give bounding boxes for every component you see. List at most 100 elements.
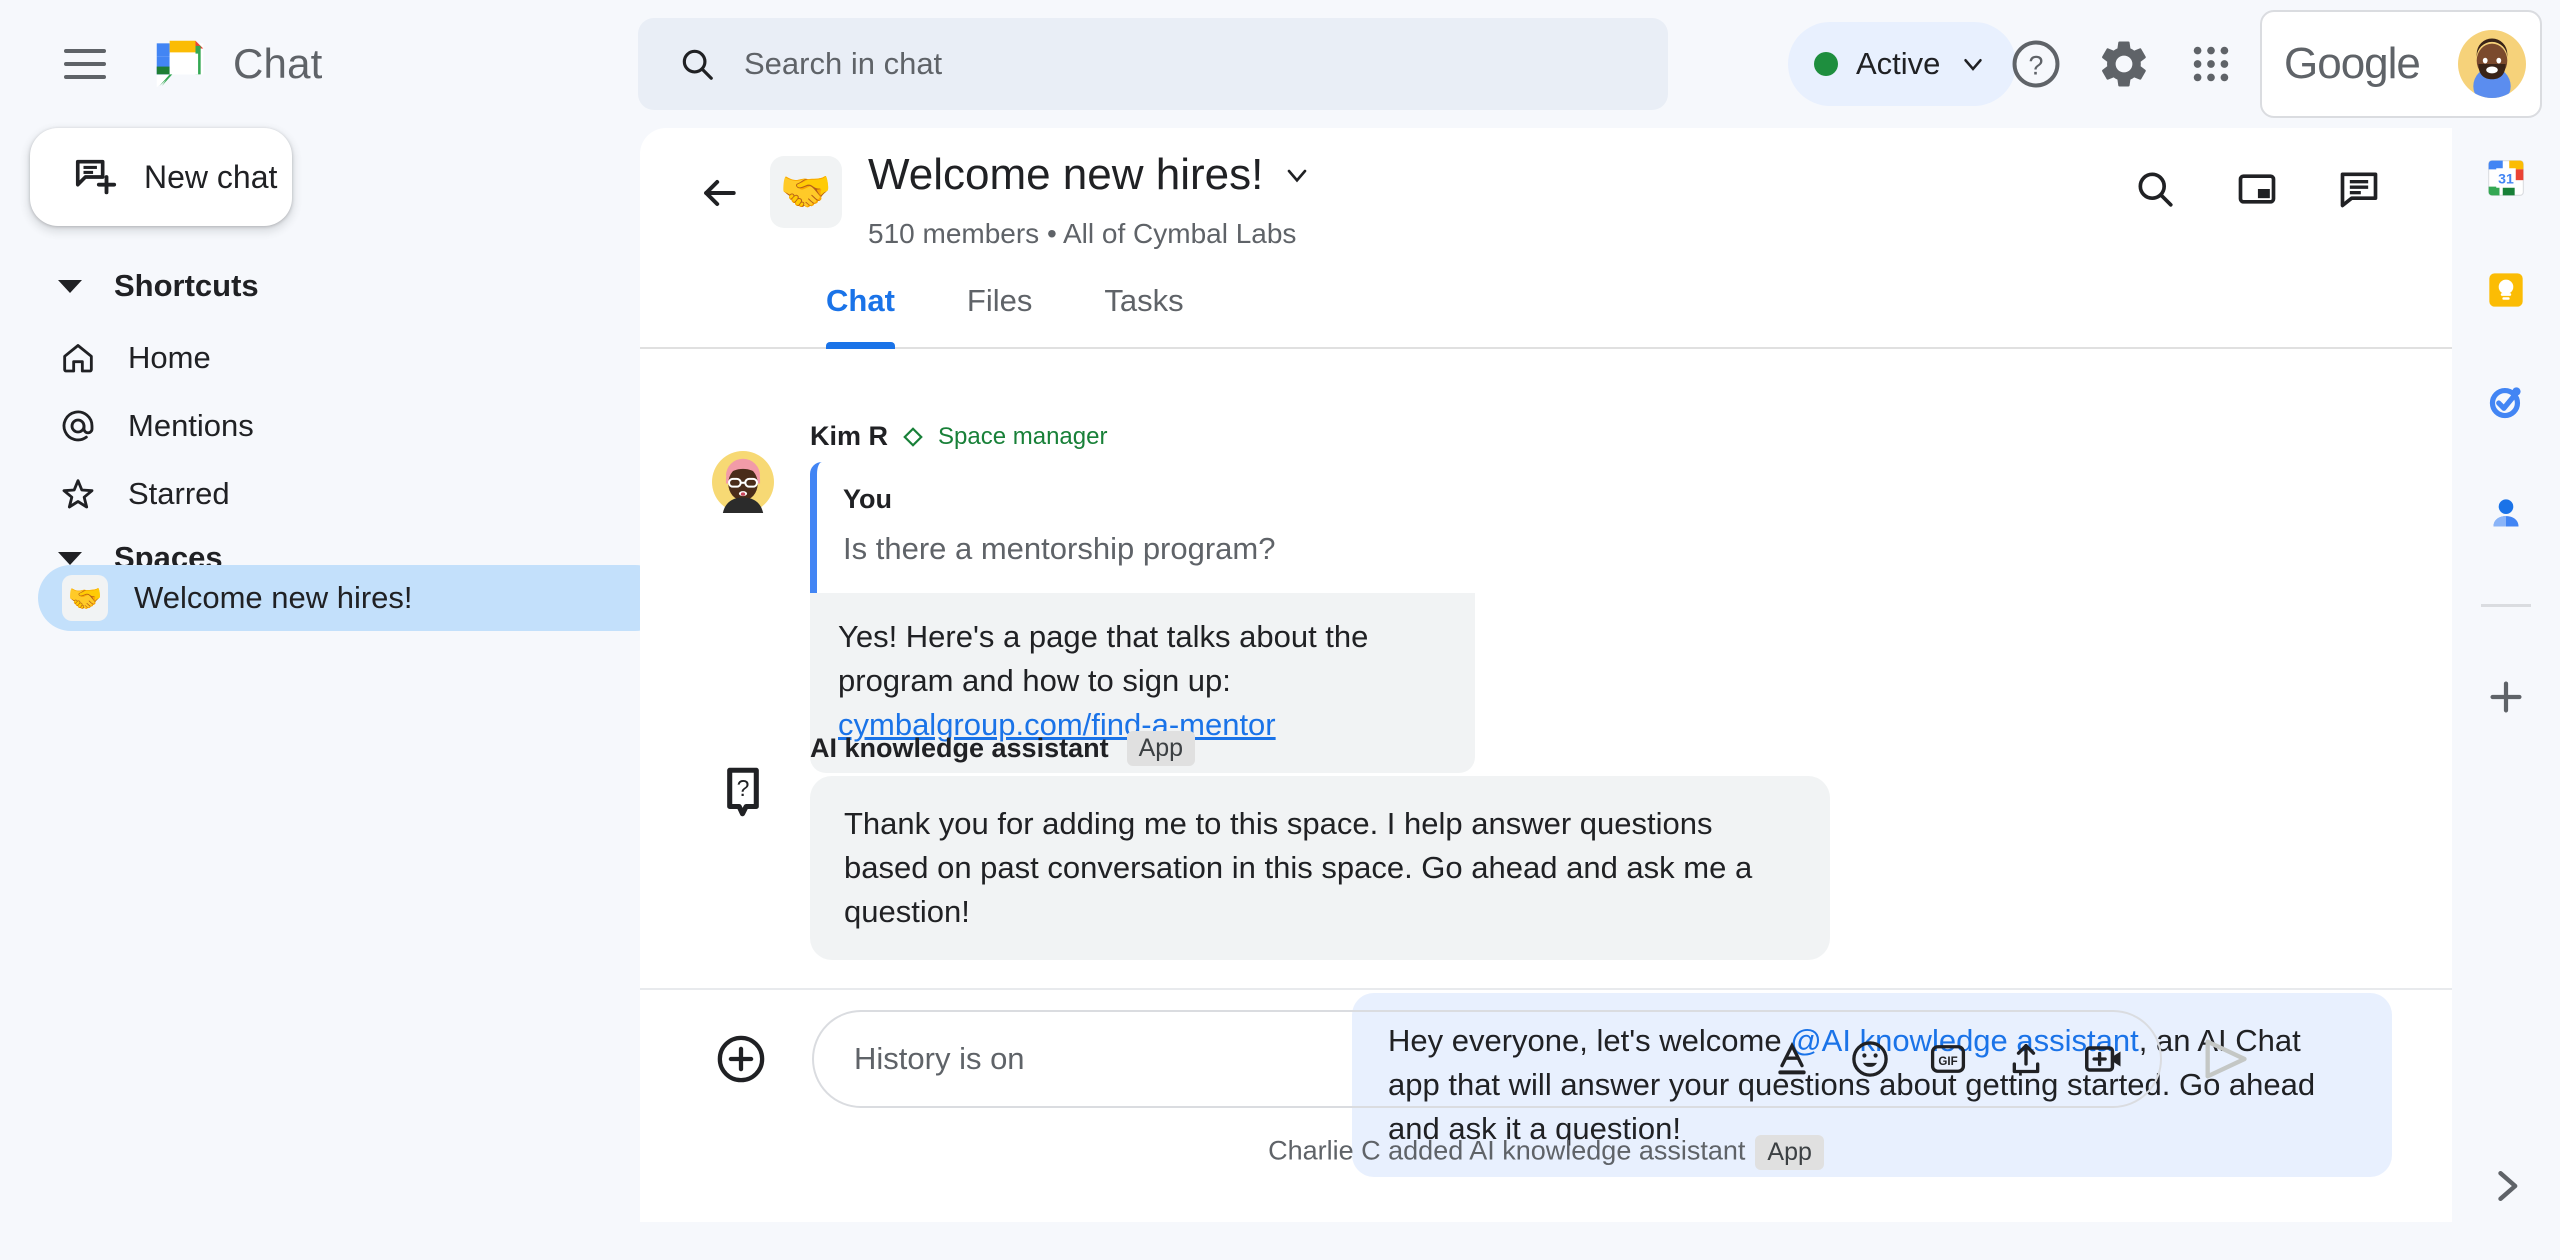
- status-badge: Space manager: [938, 422, 1108, 450]
- message-text: Thank you for adding me to this space. I…: [844, 806, 1753, 930]
- status-dot: [1814, 52, 1838, 76]
- sidebar-item-label: Home: [128, 340, 211, 375]
- svg-text:?: ?: [737, 775, 750, 801]
- star-icon: [62, 479, 94, 509]
- search-placeholder: Search in chat: [744, 46, 943, 81]
- top-bar: Chat Search in chat Active ? Google: [0, 0, 2560, 128]
- new-chat-label: New chat: [144, 158, 278, 195]
- message-list: Kim R Space manager You Is there a mento…: [640, 353, 2452, 1178]
- add-circle-icon[interactable]: [712, 1030, 770, 1088]
- account-switcher[interactable]: Google: [2260, 10, 2542, 118]
- main-panel: 🤝 Welcome new hires! 510 members • All o…: [640, 128, 2452, 1222]
- svg-text:GIF: GIF: [1938, 1056, 1957, 1068]
- picture-in-picture-icon[interactable]: [2226, 158, 2288, 220]
- brand: Chat: [149, 33, 323, 95]
- tab-tasks[interactable]: Tasks: [1068, 283, 1219, 347]
- calendar-day-number: 31: [2498, 170, 2514, 186]
- sender-name: Kim R: [810, 421, 889, 451]
- brand-name: Chat: [233, 40, 323, 87]
- search-icon: [682, 49, 713, 80]
- new-chat-button[interactable]: New chat: [30, 128, 292, 226]
- hamburger-menu-icon[interactable]: [45, 24, 125, 104]
- back-arrow-icon[interactable]: [688, 162, 750, 224]
- quoted-message-card[interactable]: You Is there a mentorship program?: [810, 462, 1475, 593]
- svg-text:?: ?: [2029, 51, 2044, 81]
- message-bubble: Thank you for adding me to this space. I…: [810, 776, 1830, 961]
- message-kim: Kim R Space manager You Is there a mento…: [810, 421, 1475, 774]
- search-icon[interactable]: [2124, 158, 2186, 220]
- tab-files[interactable]: Files: [931, 283, 1068, 347]
- avatar[interactable]: [2458, 30, 2526, 98]
- sidebar: New chat Shortcuts Home Mentions Starred: [0, 128, 668, 1260]
- chevron-down-icon: [1964, 59, 1983, 71]
- rail-divider: [2481, 604, 2531, 607]
- sidebar-item-starred[interactable]: Starred: [30, 462, 590, 526]
- question-bubble-icon: ?: [712, 761, 774, 823]
- upload-icon[interactable]: [2004, 1037, 2048, 1081]
- gear-icon[interactable]: [2088, 28, 2160, 100]
- send-icon[interactable]: [2196, 1030, 2254, 1088]
- search-input[interactable]: Search in chat: [638, 18, 1668, 110]
- video-add-icon[interactable]: [2082, 1037, 2126, 1081]
- tab-chat[interactable]: Chat: [790, 283, 931, 349]
- avatar: [712, 451, 774, 517]
- app-badge: App: [1755, 1135, 1824, 1170]
- google-chat-window: Chat Search in chat Active ? Google New …: [0, 0, 2560, 1260]
- space-header-actions: [2124, 158, 2390, 220]
- chevron-right-icon[interactable]: [2478, 1158, 2534, 1214]
- chevron-down-icon: [58, 279, 82, 293]
- system-message-text: Charlie C added AI knowledge assistant: [1268, 1135, 1746, 1166]
- home-icon: [63, 344, 93, 373]
- format-text-icon[interactable]: [1770, 1037, 1814, 1081]
- shortcuts-title: Shortcuts: [114, 268, 259, 303]
- status-label: Active: [1856, 46, 1941, 81]
- message-body: Yes! Here's a page that talks about the …: [838, 619, 1369, 699]
- composer-actions: GIF: [1770, 1037, 2126, 1081]
- handshake-icon: 🤝: [62, 575, 108, 621]
- google-keep-icon[interactable]: [2478, 262, 2534, 318]
- sidebar-item-label: Starred: [128, 476, 230, 511]
- diamond-icon: [903, 426, 923, 447]
- apps-grid-icon[interactable]: [2175, 28, 2247, 100]
- emoji-icon[interactable]: [1848, 1037, 1892, 1081]
- gif-icon[interactable]: GIF: [1926, 1037, 1970, 1081]
- status-chip[interactable]: Active: [1788, 22, 2017, 106]
- space-subtitle: 510 members • All of Cymbal Labs: [868, 218, 1297, 249]
- sidebar-item-label: Mentions: [128, 408, 254, 443]
- chevron-down-icon: [1288, 169, 1307, 183]
- chevron-down-icon: [58, 551, 82, 565]
- plus-icon[interactable]: [2478, 669, 2534, 725]
- message-sender-line: AI knowledge assistant App: [810, 731, 1830, 766]
- google-tasks-icon[interactable]: [2478, 374, 2534, 430]
- quote-text: Is there a mentorship program?: [843, 531, 1276, 566]
- shortcuts-section-header[interactable]: Shortcuts: [58, 256, 578, 316]
- google-contacts-icon[interactable]: [2478, 486, 2534, 542]
- message-input[interactable]: History is on GIF: [812, 1010, 2162, 1108]
- space-avatar-handshake-icon: 🤝: [770, 156, 842, 228]
- message-sender-line: Kim R Space manager: [810, 421, 1475, 452]
- system-message: Charlie C added AI knowledge assistant Ap…: [640, 1135, 2452, 1170]
- message-kim-avatar: [712, 451, 774, 518]
- at-mention-icon: [62, 410, 94, 442]
- help-circle-icon[interactable]: ?: [2000, 28, 2072, 100]
- app-badge: App: [1126, 731, 1196, 766]
- thread-panel-icon[interactable]: [2328, 158, 2390, 220]
- sidebar-item-label: Welcome new hires!: [134, 580, 413, 615]
- space-tabs: Chat Files Tasks: [640, 283, 2452, 349]
- google-chat-logo-icon: [149, 33, 211, 95]
- side-rail: 31: [2452, 128, 2560, 1260]
- page-title: Welcome new hires!: [868, 150, 1264, 199]
- message-input-placeholder: History is on: [854, 1041, 1025, 1076]
- message-text: Yes! Here's a page that talks about the …: [838, 615, 1447, 747]
- message-composer: History is on GIF: [640, 988, 2452, 1128]
- sidebar-item-welcome-new-hires[interactable]: 🤝 Welcome new hires!: [38, 565, 668, 631]
- google-calendar-icon[interactable]: 31: [2478, 150, 2534, 206]
- sender-name: AI knowledge assistant: [810, 733, 1109, 763]
- space-title-row[interactable]: Welcome new hires!: [868, 150, 1313, 200]
- sidebar-item-mentions[interactable]: Mentions: [30, 394, 590, 458]
- google-wordmark: Google: [2284, 39, 2421, 88]
- space-header: 🤝 Welcome new hires! 510 members • All o…: [640, 128, 2452, 249]
- sidebar-item-home[interactable]: Home: [30, 326, 590, 390]
- message-bot: AI knowledge assistant App Thank you for…: [810, 731, 1830, 961]
- message-bot-icon: ?: [712, 761, 774, 823]
